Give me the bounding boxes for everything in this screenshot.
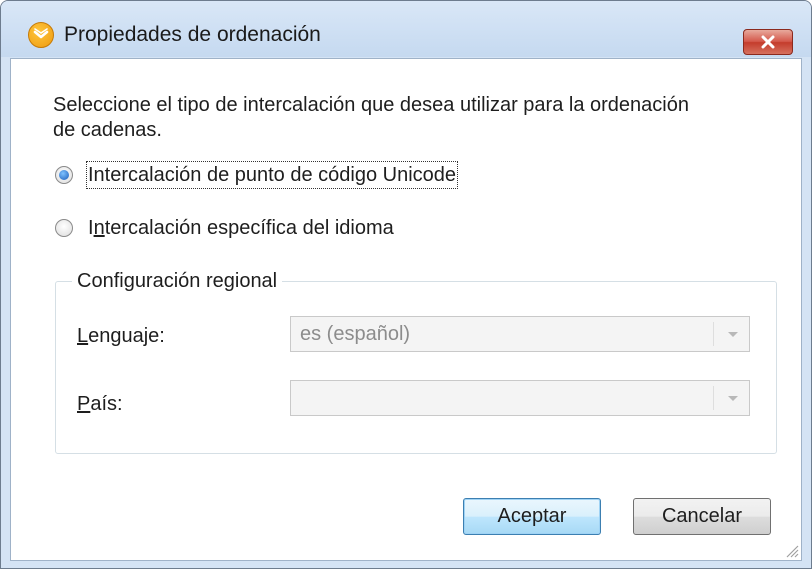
accept-button[interactable]: Aceptar — [463, 498, 601, 535]
country-label-mnemonic: P — [77, 393, 91, 415]
country-select-divider — [713, 386, 714, 410]
language-label: Lenguaje: — [77, 324, 165, 348]
chevron-down-icon[interactable] — [727, 395, 739, 403]
chevron-down-icon[interactable] — [727, 331, 739, 339]
close-x-icon — [761, 35, 775, 49]
regional-settings-group — [55, 281, 777, 454]
title-bar[interactable]: Propiedades de ordenación — [1, 1, 811, 57]
language-select-divider — [713, 322, 714, 346]
country-select[interactable] — [290, 380, 750, 416]
language-label-rest: enguaje: — [88, 325, 165, 347]
resize-grip-icon[interactable] — [783, 542, 799, 558]
instruction-text: Seleccione el tipo de intercalación que … — [53, 93, 733, 143]
radio-language-label: Intercalación específica del idioma — [88, 216, 394, 240]
cancel-button[interactable]: Cancelar — [633, 498, 771, 535]
radio-unicode-collation[interactable]: Intercalación de punto de código Unicode — [55, 161, 495, 189]
instruction-line-2: de cadenas. — [53, 119, 162, 141]
radio-unicode-label: Intercalación de punto de código Unicode — [85, 161, 459, 189]
radio-language-label-rest: tercalación específica del idioma — [104, 217, 394, 239]
altova-mapforce-icon — [28, 22, 54, 48]
radio-language-collation[interactable]: Intercalación específica del idioma — [55, 216, 415, 242]
regional-settings-legend: Configuración regional — [72, 269, 283, 293]
radio-language-mnemonic: n — [93, 217, 105, 239]
language-select[interactable]: es (español) — [290, 316, 750, 352]
close-button[interactable] — [743, 29, 793, 55]
language-select-value: es (español) — [300, 323, 411, 345]
window-title: Propiedades de ordenación — [64, 23, 321, 46]
dialog-body: Seleccione el tipo de intercalación que … — [10, 58, 802, 561]
country-label: País: — [77, 392, 123, 416]
instruction-line-1: Seleccione el tipo de intercalación que … — [53, 94, 689, 116]
country-label-rest: aís: — [90, 393, 123, 415]
language-label-mnemonic: L — [77, 325, 89, 347]
radio-button-checked[interactable] — [55, 166, 73, 184]
radio-button-unchecked[interactable] — [55, 219, 73, 237]
dialog-window: Propiedades de ordenación Seleccione el … — [0, 0, 812, 569]
